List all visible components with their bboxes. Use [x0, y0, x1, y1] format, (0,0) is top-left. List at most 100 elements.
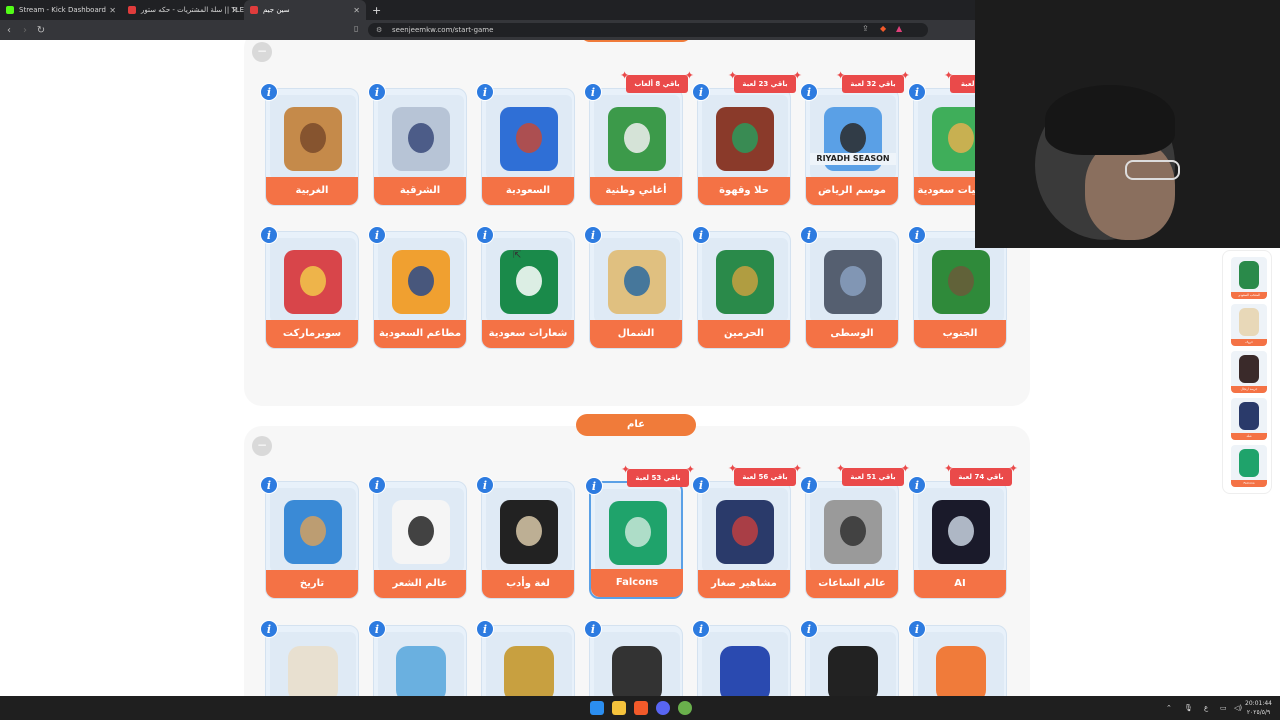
selected-category-thumb[interactable]: المنتخب السعودي	[1231, 257, 1267, 299]
illustration-detail	[300, 123, 326, 153]
category-card[interactable]: RIYADH SEASON موسم الرياض i باقي 32 لعبة	[800, 67, 910, 206]
category-card[interactable]: i	[908, 620, 1007, 696]
selected-category-thumb[interactable]: شلة	[1231, 398, 1267, 440]
info-icon[interactable]: i	[800, 83, 818, 101]
info-icon[interactable]: i	[260, 620, 278, 638]
info-icon[interactable]: i	[584, 83, 602, 101]
info-icon[interactable]: i	[368, 226, 386, 244]
category-card[interactable]: الشرقية i	[368, 83, 467, 206]
category-card[interactable]: سوبرماركت i	[260, 226, 359, 349]
file-explorer-icon[interactable]	[612, 701, 626, 715]
category-card[interactable]: لغة وأدب i	[476, 476, 575, 599]
discord-icon[interactable]	[656, 701, 670, 715]
info-icon[interactable]: i	[908, 476, 926, 494]
category-card[interactable]: Falcons i باقي 53 لعبة	[585, 461, 695, 599]
category-card[interactable]: شعارات سعودية i	[476, 226, 575, 349]
selected-category-thumb[interactable]: جريمة ارتجال	[1231, 351, 1267, 393]
info-icon[interactable]: i	[800, 226, 818, 244]
info-icon[interactable]: i	[692, 476, 710, 494]
info-icon[interactable]: i	[584, 620, 602, 638]
site-info-icon[interactable]: ⚙	[376, 23, 382, 37]
illustration-detail	[840, 266, 866, 296]
new-tab-button[interactable]: +	[366, 4, 387, 17]
tab-store-cart[interactable]: سلة المشتريات - حكه ستور || TLE ✕	[122, 0, 244, 20]
category-card[interactable]: i	[368, 620, 467, 696]
tray-chevron-icon[interactable]: ⌃	[1166, 696, 1172, 720]
illustration-detail	[948, 516, 974, 546]
info-icon[interactable]: i	[368, 620, 386, 638]
brave-shield-icon[interactable]: ◆	[880, 24, 886, 33]
category-card[interactable]: حلا وقهوة i باقي 23 لعبة	[692, 67, 802, 206]
category-card[interactable]: مطاعم السعودية i	[368, 226, 467, 349]
info-icon[interactable]: i	[908, 226, 926, 244]
close-icon[interactable]: ✕	[353, 6, 360, 15]
category-card[interactable]: مشاهير صغار i باقي 56 لعبة	[692, 460, 802, 599]
illustration-detail	[300, 516, 326, 546]
category-card[interactable]: i	[692, 620, 791, 696]
remaining-games-badge: باقي 51 لعبة	[836, 460, 910, 486]
url-field[interactable]: ⚙ seenjeemkw.com/start-game	[368, 23, 928, 37]
category-card[interactable]: AI i باقي 74 لعبة	[908, 460, 1018, 599]
category-card[interactable]: i	[800, 620, 899, 696]
illustration-detail	[516, 123, 542, 153]
category-card[interactable]: الجنوب i	[908, 226, 1007, 349]
info-icon[interactable]: i	[260, 83, 278, 101]
close-icon[interactable]: ✕	[231, 6, 238, 15]
chrome-icon[interactable]	[678, 701, 692, 715]
info-icon[interactable]: i	[585, 477, 603, 495]
category-label: سوبرماركت	[266, 320, 358, 348]
selected-category-thumb[interactable]: Falcons	[1231, 445, 1267, 487]
info-icon[interactable]: i	[908, 83, 926, 101]
collapse-button[interactable]: −	[252, 42, 272, 62]
category-card[interactable]: الشمال i	[584, 226, 683, 349]
info-icon[interactable]: i	[260, 476, 278, 494]
category-card[interactable]: الوسطى i	[800, 226, 899, 349]
volume-icon[interactable]: ◁)	[1234, 696, 1242, 720]
category-card[interactable]: i	[476, 620, 575, 696]
share-icon[interactable]: ⇪	[862, 24, 869, 33]
info-icon[interactable]: i	[584, 226, 602, 244]
selected-category-thumb[interactable]: حروف	[1231, 304, 1267, 346]
close-icon[interactable]: ✕	[109, 6, 116, 15]
category-card[interactable]: تاريخ i	[260, 476, 359, 599]
language-indicator-icon[interactable]: ع	[1204, 696, 1208, 720]
category-label: السعودية	[482, 177, 574, 205]
network-icon[interactable]: ▭	[1220, 696, 1227, 720]
info-icon[interactable]: i	[692, 83, 710, 101]
back-arrow-icon[interactable]: ‹	[2, 25, 16, 36]
person-hair	[1045, 85, 1175, 155]
info-icon[interactable]: i	[692, 620, 710, 638]
collapse-button[interactable]: −	[252, 436, 272, 456]
category-card[interactable]: عالم الشعر i	[368, 476, 467, 599]
info-icon[interactable]: i	[368, 83, 386, 101]
category-card[interactable]: عالم الساعات i باقي 51 لعبة	[800, 460, 910, 599]
info-icon[interactable]: i	[476, 83, 494, 101]
windows-start-icon[interactable]	[590, 701, 604, 715]
microphone-icon[interactable]: 🎙	[1184, 696, 1193, 720]
info-icon[interactable]: i	[800, 620, 818, 638]
info-icon[interactable]: i	[476, 226, 494, 244]
brave-browser-icon[interactable]	[634, 701, 648, 715]
category-card[interactable]: i	[260, 620, 359, 696]
illustration-detail	[408, 266, 434, 296]
category-card[interactable]: i	[584, 620, 683, 696]
tab-kick-dashboard[interactable]: Stream - Kick Dashboard ✕	[0, 0, 122, 20]
info-icon[interactable]: i	[692, 226, 710, 244]
bookmark-icon[interactable]: ▯	[354, 24, 358, 33]
forward-arrow-icon[interactable]: ›	[18, 25, 32, 36]
category-card[interactable]: الغربية i	[260, 83, 359, 206]
category-card[interactable]: السعودية i	[476, 83, 575, 206]
info-icon[interactable]: i	[476, 476, 494, 494]
info-icon[interactable]: i	[476, 620, 494, 638]
category-image	[378, 488, 464, 572]
info-icon[interactable]: i	[908, 620, 926, 638]
info-icon[interactable]: i	[260, 226, 278, 244]
system-clock[interactable]: 20:01:44 ٢٠٢٥/٥/٩	[1245, 699, 1272, 717]
info-icon[interactable]: i	[368, 476, 386, 494]
tab-seen-jeem[interactable]: سين جيم ✕	[244, 0, 366, 20]
reload-icon[interactable]: ↻	[34, 25, 48, 36]
category-card[interactable]: أغاني وطنية i باقي 8 ألعاب	[584, 67, 694, 206]
rewards-icon[interactable]: ▲	[896, 24, 902, 33]
info-icon[interactable]: i	[800, 476, 818, 494]
category-card[interactable]: الحرمين i	[692, 226, 791, 349]
